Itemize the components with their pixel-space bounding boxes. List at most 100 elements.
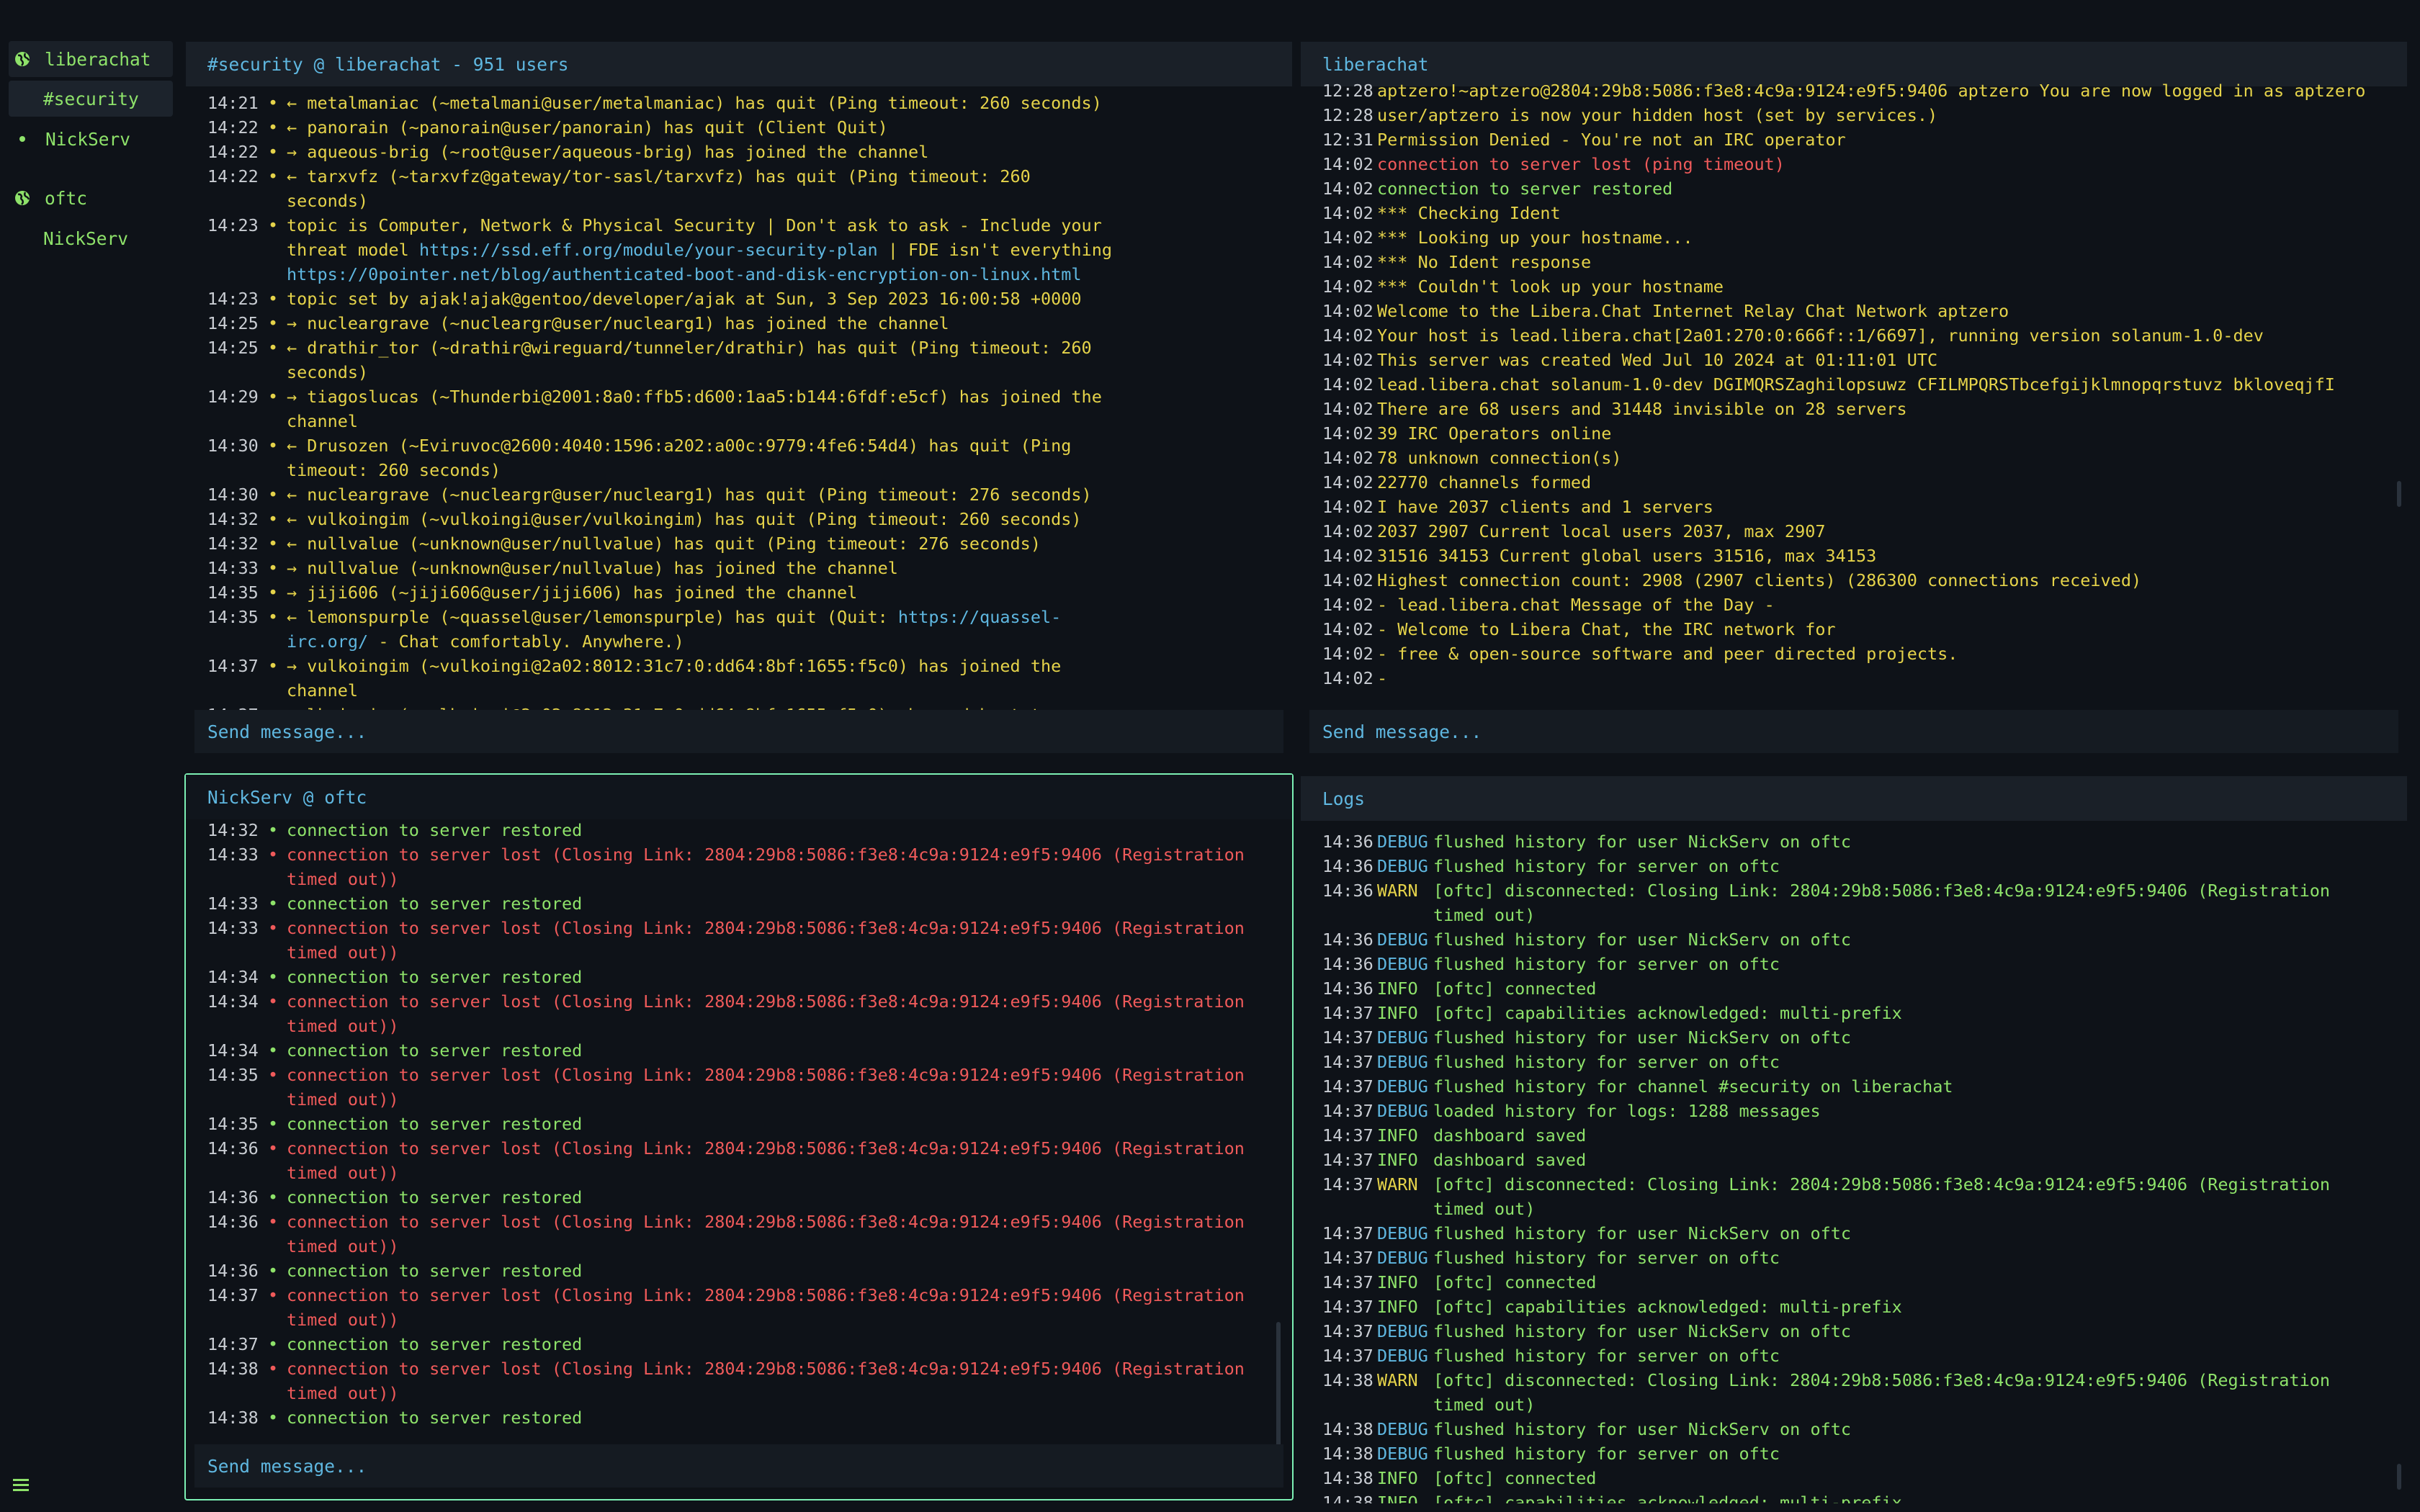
timestamp: 12:28 (1322, 105, 1373, 125)
sidebar-item-nickserv-oftc[interactable]: NickServ (9, 220, 173, 256)
bullet-icon: • (268, 509, 279, 529)
message-row: 14:02 connection to server restored (1301, 176, 2388, 201)
timestamp: 14:02 (1322, 423, 1373, 444)
bullet-icon: • (268, 991, 279, 1012)
log-level: DEBUG (1377, 856, 1428, 876)
log-row: 14:37 DEBUG flushed history for user NickS… (1301, 1221, 2388, 1246)
timestamp: 14:02 (1322, 179, 1373, 199)
log-text: flushed history for server on oftc (1433, 1052, 1780, 1072)
message-link[interactable]: https://ssd.eff.org/module/your-security… (419, 240, 878, 260)
timestamp: 14:35 (207, 1114, 259, 1134)
bullet-icon: • (268, 338, 279, 358)
message-row: 14:35 • connection to server restored (186, 1112, 1273, 1136)
message-text: connection to server restored (287, 1187, 583, 1207)
globe-icon (15, 191, 30, 205)
log-row: 14:37 DEBUG flushed history for user NickS… (1301, 1319, 2388, 1344)
timestamp: 14:35 (207, 582, 259, 603)
message-row: 14:25 • ← drathir_tor (~drathir@wireguard/… (186, 336, 1115, 384)
timestamp: 14:02 (1322, 644, 1373, 664)
timestamp: 14:22 (207, 142, 259, 162)
timestamp: 14:21 (207, 93, 259, 113)
message-text: ← metalmaniac (~metalmani@user/metalmani… (287, 91, 1115, 115)
message-list: 14:21 • ← metalmaniac (~metalmani@user/met… (186, 91, 1115, 743)
sidebar-item-nickserv-liberachat[interactable]: NickServ (9, 121, 173, 157)
bullet-icon: • (268, 918, 279, 938)
message-row: 14:23 • topic is Computer, Network & Physi… (186, 213, 1115, 287)
message-text: lead.libera.chat solanum-1.0-dev DGIMQRS… (1377, 374, 2335, 395)
message-text: ← vulkoingim (~vulkoingi@user/vulkoingim… (287, 507, 1115, 531)
log-level: DEBUG (1377, 930, 1428, 950)
sidebar-network-liberachat[interactable]: liberachat (9, 41, 173, 77)
message-text: connection to server restored (287, 1040, 583, 1061)
message-input[interactable]: Send message... (194, 1444, 1283, 1488)
bullet-icon: • (268, 1040, 279, 1061)
log-row: 14:38 INFO [oftc] capabilities acknowledge… (1301, 1490, 2388, 1503)
sidebar: liberachat #security NickServ oftc NickS… (0, 0, 182, 1512)
message-row: 14:29 • → tiagoslucas (~Thunderbi@2001:8a0… (186, 384, 1115, 433)
log-list: 14:36 DEBUG flushed history for user NickS… (1301, 829, 2388, 1503)
timestamp: 14:37 (1322, 1076, 1373, 1097)
timestamp: 14:02 (1322, 399, 1373, 419)
message-row: 14:02 Your host is lead.libera.chat[2a01:… (1301, 323, 2388, 348)
log-text: [oftc] connected (1433, 1468, 1597, 1488)
message-row: 14:37 • connection to server restored (186, 1332, 1273, 1356)
message-fragment: ← Drusozen (~Eviruvoc@2600:4040:1596:a20… (287, 436, 1082, 480)
log-level: DEBUG (1377, 1027, 1428, 1048)
bullet-icon: • (268, 1065, 279, 1085)
log-text: [oftc] connected (1433, 1272, 1597, 1292)
message-input[interactable]: Send message... (194, 710, 1283, 753)
timestamp: 14:02 (1322, 325, 1373, 346)
bullet-icon: • (268, 1334, 279, 1354)
timestamp: 14:02 (1322, 521, 1373, 541)
timestamp: 14:37 (1322, 1027, 1373, 1048)
message-text: ← Drusozen (~Eviruvoc@2600:4040:1596:a20… (287, 433, 1115, 482)
bullet-icon: • (268, 289, 279, 309)
bullet-icon: • (268, 845, 279, 865)
globe-icon (15, 52, 30, 66)
timestamp: 14:37 (1322, 1150, 1373, 1170)
message-text: user/aptzero is now your hidden host (se… (1377, 105, 1938, 125)
scrollbar[interactable] (2397, 1464, 2401, 1490)
timestamp: 14:36 (207, 1212, 259, 1232)
pane-liberachat: liberachat 12:28 aptzero!~aptzero@2804:29… (1301, 42, 2407, 759)
message-text: connection to server lost (Closing Link:… (287, 918, 1255, 963)
message-text: → nucleargrave (~nucleargr@user/nuclearg… (287, 311, 1115, 336)
log-level: INFO (1377, 1125, 1418, 1146)
log-level: DEBUG (1377, 1052, 1428, 1072)
log-level: DEBUG (1377, 1321, 1428, 1341)
log-text: flushed history for server on oftc (1433, 954, 1780, 974)
message-row: 14:02 39 IRC Operators online (1301, 421, 2388, 446)
message-input[interactable]: Send message... (1309, 710, 2398, 753)
message-fragment: ← panorain (~panorain@user/panorain) has… (287, 117, 888, 138)
scrollbar[interactable] (1276, 1322, 1281, 1459)
timestamp: 14:02 (1322, 668, 1373, 688)
log-text: flushed history for user NickServ on oft… (1433, 1419, 1852, 1439)
bullet-icon: • (268, 656, 279, 676)
bullet-icon: • (268, 1138, 279, 1158)
sidebar-network-oftc[interactable]: oftc (9, 180, 173, 216)
message-row: 14:37 • → vulkoingim (~vulkoingi@2a02:8012… (186, 654, 1115, 703)
message-row: 14:22 • ← panorain (~panorain@user/panorai… (186, 115, 1115, 140)
message-row: 14:25 • → nucleargrave (~nucleargr@user/nu… (186, 311, 1115, 336)
log-level: DEBUG (1377, 832, 1428, 852)
timestamp: 14:23 (207, 215, 259, 235)
bullet-icon: • (268, 607, 279, 627)
message-link[interactable]: https://0pointer.net/blog/authenticated-… (287, 264, 1082, 284)
message-text: *** No Ident response (1377, 252, 1592, 272)
bullet-icon: • (268, 215, 279, 235)
timestamp: 14:38 (1322, 1468, 1373, 1488)
bullet-icon: • (268, 387, 279, 407)
message-row: 14:02 78 unknown connection(s) (1301, 446, 2388, 470)
scrollbar[interactable] (2397, 481, 2401, 507)
message-fragment: ← lemonspurple (~quassel@user/lemonspurp… (287, 607, 898, 627)
sidebar-item-security[interactable]: #security (9, 81, 173, 117)
timestamp: 14:37 (1322, 1321, 1373, 1341)
message-text: connection to server lost (Closing Link:… (287, 1212, 1255, 1256)
timestamp: 14:37 (1322, 1174, 1373, 1194)
message-row: 14:02 I have 2037 clients and 1 servers (1301, 495, 2388, 519)
timestamp: 14:37 (207, 1334, 259, 1354)
menu-icon[interactable] (13, 1477, 32, 1493)
log-text: [oftc] capabilities acknowledged: multi-… (1433, 1003, 1902, 1023)
channel-label: NickServ (45, 128, 131, 150)
log-row: 14:36 WARN [oftc] disconnected: Closing Li… (1301, 878, 2388, 927)
